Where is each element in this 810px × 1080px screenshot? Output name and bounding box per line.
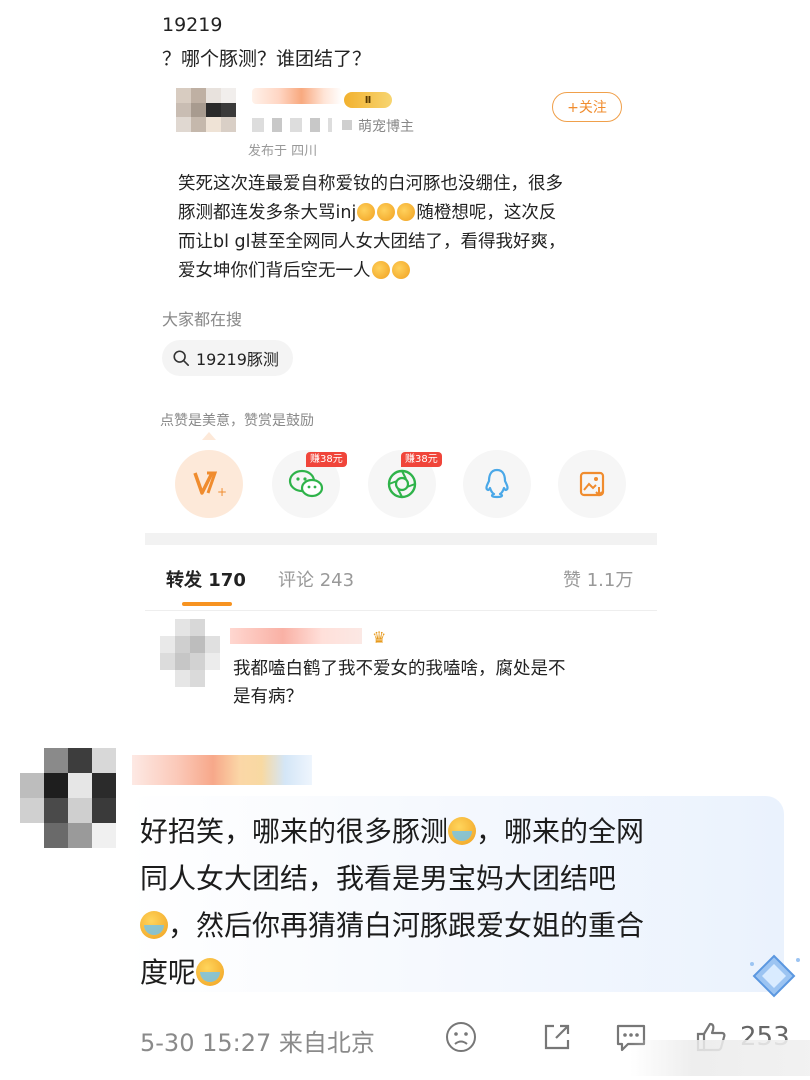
emoji-icon [377,203,396,221]
body-line-1: 笑死这次连最爱自称爱钕的白河豚也没绷住，很多 [178,174,563,194]
comment-username[interactable] [132,755,312,785]
diamond-icon [750,954,800,998]
trending-search-text: 19219豚测 [196,350,279,369]
emoji-icon [371,261,390,279]
body-line-4: 爱女坤你们背后空无一人 [178,257,648,286]
comment-avatar[interactable] [20,748,116,848]
watermark-overlay [630,1040,810,1076]
moments-icon [387,469,417,499]
save-image-icon [579,471,605,497]
emoji-icon [397,203,416,221]
active-tab-indicator [182,602,232,606]
comment-text: 好招笑，哪来的很多豚测 ，哪来的全网 同人女大团结，我看是男宝妈大团结吧 ，然后你… [140,815,645,989]
vip-reward-icon: + [193,471,226,499]
author-avatar[interactable] [176,88,236,132]
share-icon[interactable] [540,1020,574,1054]
crown-icon: ♛ [372,628,387,647]
repost-username[interactable] [230,628,362,644]
crying-emoji-icon [140,911,168,939]
author-meta [252,118,332,132]
reward-button[interactable]: + [175,450,243,518]
save-image-button[interactable] [558,450,626,518]
trending-search-label: 大家都在搜 [162,310,243,329]
repost-avatar[interactable] [160,619,220,687]
moments-reward-tag: 赚38元 [401,452,442,467]
follow-button[interactable]: +关注 [552,92,622,122]
post-body: 笑死这次连最爱自称爱钕的白河豚也没绷住，很多 豚测都连发多条大骂inj 随橙想呢，… [178,170,648,286]
author-name[interactable] [252,88,342,104]
author-tag: 萌宠博主 [358,119,414,135]
emoji-icon[interactable] [444,1020,478,1054]
trending-search-chip[interactable]: 19219豚测 [162,340,293,376]
tag-icon [342,120,352,130]
vip-icon: Ⅱ [344,92,392,108]
comment-time-location: 5-30 15:27 来自北京 [140,1029,375,1057]
tab-repost[interactable]: 转发 170 [166,566,246,592]
body-line-3: 而让bl gl甚至全网同人女大团结了，看得我好爽， [178,232,566,252]
vip-level: Ⅱ [364,94,372,106]
qq-icon [485,468,509,499]
tab-comment[interactable]: 评论 243 [278,566,354,592]
publish-location: 发布于 四川 [248,144,318,159]
emoji-icon [357,203,376,221]
body-line-2: 豚测都连发多条大骂inj 随橙想呢，这次反 [178,203,557,223]
tab-like[interactable]: 赞 1.1万 [563,566,633,592]
share-qq-button[interactable] [463,450,531,518]
wechat-reward-tag: 赚38元 [306,452,347,467]
svg-text:+: + [217,485,226,499]
search-icon [173,350,190,367]
repost-text: 我都嗑白鹤了我不爱女的我嗑啥，腐处是不 是有病？ [233,659,566,707]
crying-emoji-icon [448,817,477,845]
tab-divider [145,610,657,611]
hint-caret [202,432,216,440]
crying-emoji-icon [196,958,225,986]
emoji-icon [391,261,410,279]
reward-hint: 点赞是美意，赞赏是鼓励 [160,413,314,429]
post-title: 19219 [162,14,223,36]
wechat-icon [288,469,324,498]
post-subtitle: ？哪个豚测？谁团结了？ [162,48,372,70]
section-divider [145,533,657,545]
